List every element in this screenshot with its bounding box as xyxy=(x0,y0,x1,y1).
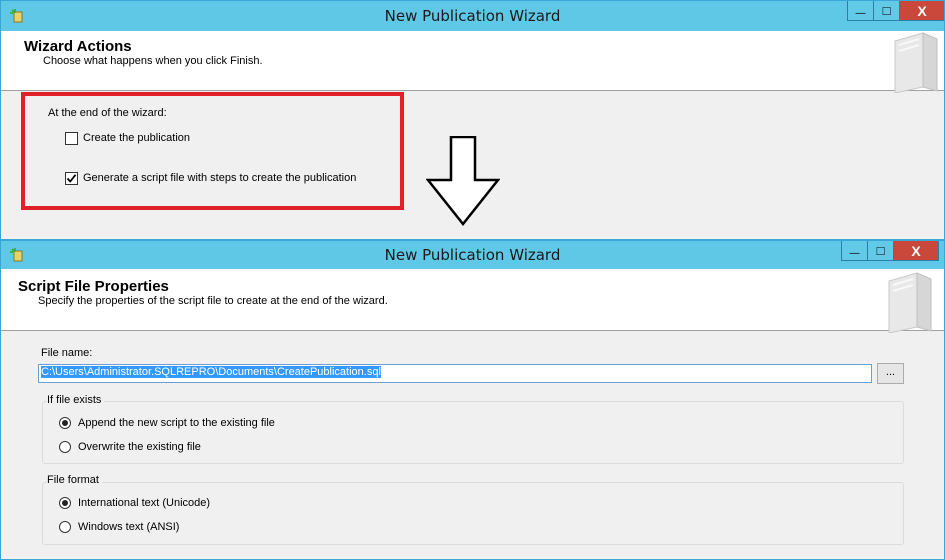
page-description: Choose what happens when you click Finis… xyxy=(43,55,263,67)
window-title: New Publication Wizard xyxy=(384,246,561,264)
browse-button[interactable]: ... xyxy=(877,363,904,384)
ansi-label[interactable]: Windows text (ANSI) xyxy=(78,521,179,533)
down-arrow-icon xyxy=(426,136,500,226)
append-radio[interactable] xyxy=(59,417,71,429)
overwrite-radio[interactable] xyxy=(59,441,71,453)
file-format-label: File format xyxy=(47,474,102,486)
maximize-button[interactable]: □ xyxy=(867,241,894,261)
title-bar[interactable]: New Publication Wizard — □ X xyxy=(1,241,944,269)
close-button[interactable]: X xyxy=(899,1,944,21)
overwrite-label[interactable]: Overwrite the existing file xyxy=(78,441,201,453)
window-title: New Publication Wizard xyxy=(384,7,561,25)
file-format-group xyxy=(42,482,904,545)
maximize-icon: □ xyxy=(876,243,885,258)
if-file-exists-label: If file exists xyxy=(47,394,105,406)
file-name-input[interactable]: C:\Users\Administrator.SQLREPRO\Document… xyxy=(38,364,872,383)
unicode-label[interactable]: International text (Unicode) xyxy=(78,497,210,509)
wizard-header: Script File Properties Specify the prope… xyxy=(1,269,944,333)
if-file-exists-group xyxy=(42,401,904,464)
minimize-button[interactable]: — xyxy=(841,241,868,261)
file-name-value: C:\Users\Administrator.SQLREPRO\Document… xyxy=(41,366,381,378)
script-file-properties-window: New Publication Wizard — □ X Script File… xyxy=(0,240,945,560)
title-bar[interactable]: New Publication Wizard — □ X xyxy=(1,1,944,31)
ansi-radio[interactable] xyxy=(59,521,71,533)
wizard-header: Wizard Actions Choose what happens when … xyxy=(1,31,944,93)
minimize-icon: — xyxy=(855,8,866,19)
highlight-box xyxy=(21,92,404,210)
minimize-button[interactable]: — xyxy=(847,1,874,21)
close-icon: X xyxy=(917,2,927,19)
page-description: Specify the properties of the script fil… xyxy=(38,295,388,307)
minimize-icon: — xyxy=(849,248,860,259)
maximize-button[interactable]: □ xyxy=(873,1,900,21)
page-title: Wizard Actions xyxy=(24,38,132,55)
close-icon: X xyxy=(911,242,921,259)
file-name-label: File name: xyxy=(41,347,93,359)
wizard-book-graphic xyxy=(888,272,932,333)
maximize-icon: □ xyxy=(882,3,891,18)
page-title: Script File Properties xyxy=(18,278,169,295)
append-label[interactable]: Append the new script to the existing fi… xyxy=(78,417,275,429)
unicode-radio[interactable] xyxy=(59,497,71,509)
close-button[interactable]: X xyxy=(893,241,939,261)
wizard-book-graphic xyxy=(894,32,938,93)
